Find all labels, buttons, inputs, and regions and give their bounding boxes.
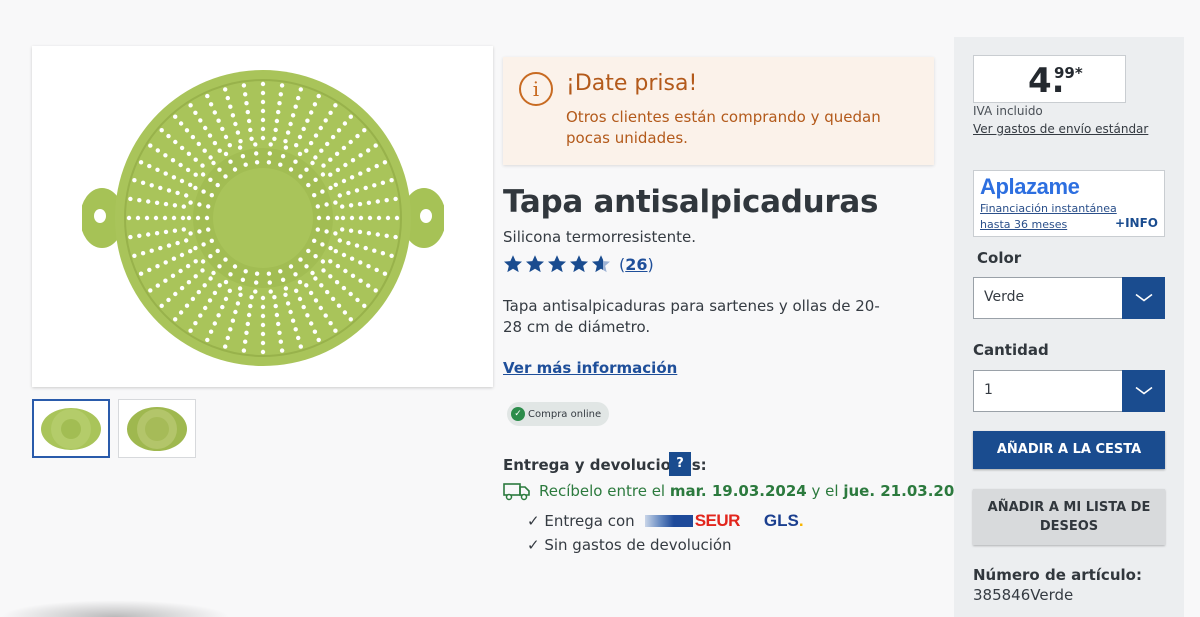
wishlist-line-2: DESEOS xyxy=(1039,519,1099,534)
product-subtitle: Silicona termorresistente. xyxy=(503,228,696,246)
chevron-down-icon xyxy=(1135,293,1153,302)
returns-line: ✓ Sin gastos de devolución xyxy=(527,536,732,554)
product-description: Tapa antisalpicaduras para sartenes y ol… xyxy=(503,297,880,336)
wishlist-line-1: AÑADIR A MI LISTA DE xyxy=(987,500,1151,515)
delivery-middle: y el xyxy=(811,482,839,500)
page-shadow xyxy=(0,600,230,617)
aplazame-logo: Aplazame xyxy=(980,174,1080,199)
splatter-guard-thumb-2 xyxy=(127,406,187,451)
product-title: Tapa antisalpicaduras xyxy=(503,184,879,220)
add-to-cart-button[interactable]: AÑADIR A LA CESTA xyxy=(973,431,1165,469)
article-number-value: 385846Verde xyxy=(973,586,1074,604)
review-count[interactable]: (26) xyxy=(619,255,654,274)
star-icon xyxy=(526,255,544,273)
info-icon: i xyxy=(519,72,553,106)
color-select[interactable]: Verde xyxy=(973,277,1165,319)
add-to-wishlist-button[interactable]: AÑADIR A MI LISTA DE DESEOS xyxy=(973,489,1165,545)
quantity-select-value: 1 xyxy=(984,382,993,398)
truck-icon xyxy=(503,483,530,501)
delivery-help-button[interactable]: ? xyxy=(669,452,691,476)
aplazame-line-1: Financiación instantánea xyxy=(980,202,1117,215)
aplazame-line-2: hasta 36 meses xyxy=(980,218,1068,231)
online-badge: ✓ Compra online xyxy=(507,402,610,426)
alert-title: ¡Date prisa! xyxy=(566,71,698,96)
check-circle-icon: ✓ xyxy=(511,407,525,421)
more-info-link[interactable]: Ver más información xyxy=(503,359,677,377)
splatter-guard-thumb-1 xyxy=(41,407,101,450)
delivery-date-from: mar. 19.03.2024 xyxy=(669,482,807,500)
seur-bar-icon xyxy=(644,515,693,527)
product-rating[interactable]: (26) xyxy=(503,254,654,274)
gls-dot: . xyxy=(798,511,804,530)
online-badge-label: Compra online xyxy=(528,408,602,420)
delivery-prefix: Recíbelo entre el xyxy=(539,482,666,500)
carrier-line: ✓ Entrega con SEUR GLS. xyxy=(527,511,804,531)
star-icon xyxy=(548,255,566,273)
rating-stars xyxy=(503,254,611,274)
delivery-estimate: Recíbelo entre el mar. 19.03.2024 y el j… xyxy=(503,481,980,501)
thumbnail-2[interactable] xyxy=(118,399,196,458)
seur-wordmark: SEUR xyxy=(694,511,741,530)
price-box: 4. 99* xyxy=(973,55,1126,103)
price-decimals: 99* xyxy=(1054,64,1083,82)
star-icon xyxy=(504,255,522,273)
vat-note: IVA incluido xyxy=(973,104,1043,118)
quantity-select[interactable]: 1 xyxy=(973,370,1165,412)
chevron-down-icon xyxy=(1135,386,1153,395)
review-close-paren: ) xyxy=(647,254,654,274)
color-select-arrow[interactable] xyxy=(1122,277,1165,319)
review-count-link[interactable]: 26 xyxy=(625,255,647,274)
product-main-image[interactable] xyxy=(32,46,493,387)
color-select-value: Verde xyxy=(984,289,1025,305)
carrier-text: ✓ Entrega con xyxy=(527,512,635,530)
shipping-costs-link[interactable]: Ver gastos de envío estándar xyxy=(973,122,1148,136)
star-half-icon xyxy=(592,255,610,273)
star-icon xyxy=(570,255,588,273)
aplazame-more-info-link[interactable]: +INFO xyxy=(1115,216,1158,230)
hurry-alert: i ¡Date prisa! Otros clientes están comp… xyxy=(503,57,934,165)
quantity-select-arrow[interactable] xyxy=(1122,370,1165,412)
thumbnail-1[interactable] xyxy=(32,399,110,458)
quantity-label: Cantidad xyxy=(973,341,1049,359)
article-number-label: Número de artículo: xyxy=(973,566,1142,584)
splatter-guard-green-image xyxy=(82,70,444,366)
seur-logo: SEUR xyxy=(644,511,741,531)
aplazame-info[interactable]: Financiación instantánea hasta 36 meses xyxy=(980,201,1117,233)
aplazame-financing[interactable]: Aplazame Financiación instantánea hasta … xyxy=(973,170,1165,237)
gls-logo: GLS. xyxy=(764,511,804,531)
gls-wordmark: GLS xyxy=(763,511,799,530)
color-label: Color xyxy=(977,249,1022,267)
alert-text: Otros clientes están comprando y quedan … xyxy=(566,108,881,147)
